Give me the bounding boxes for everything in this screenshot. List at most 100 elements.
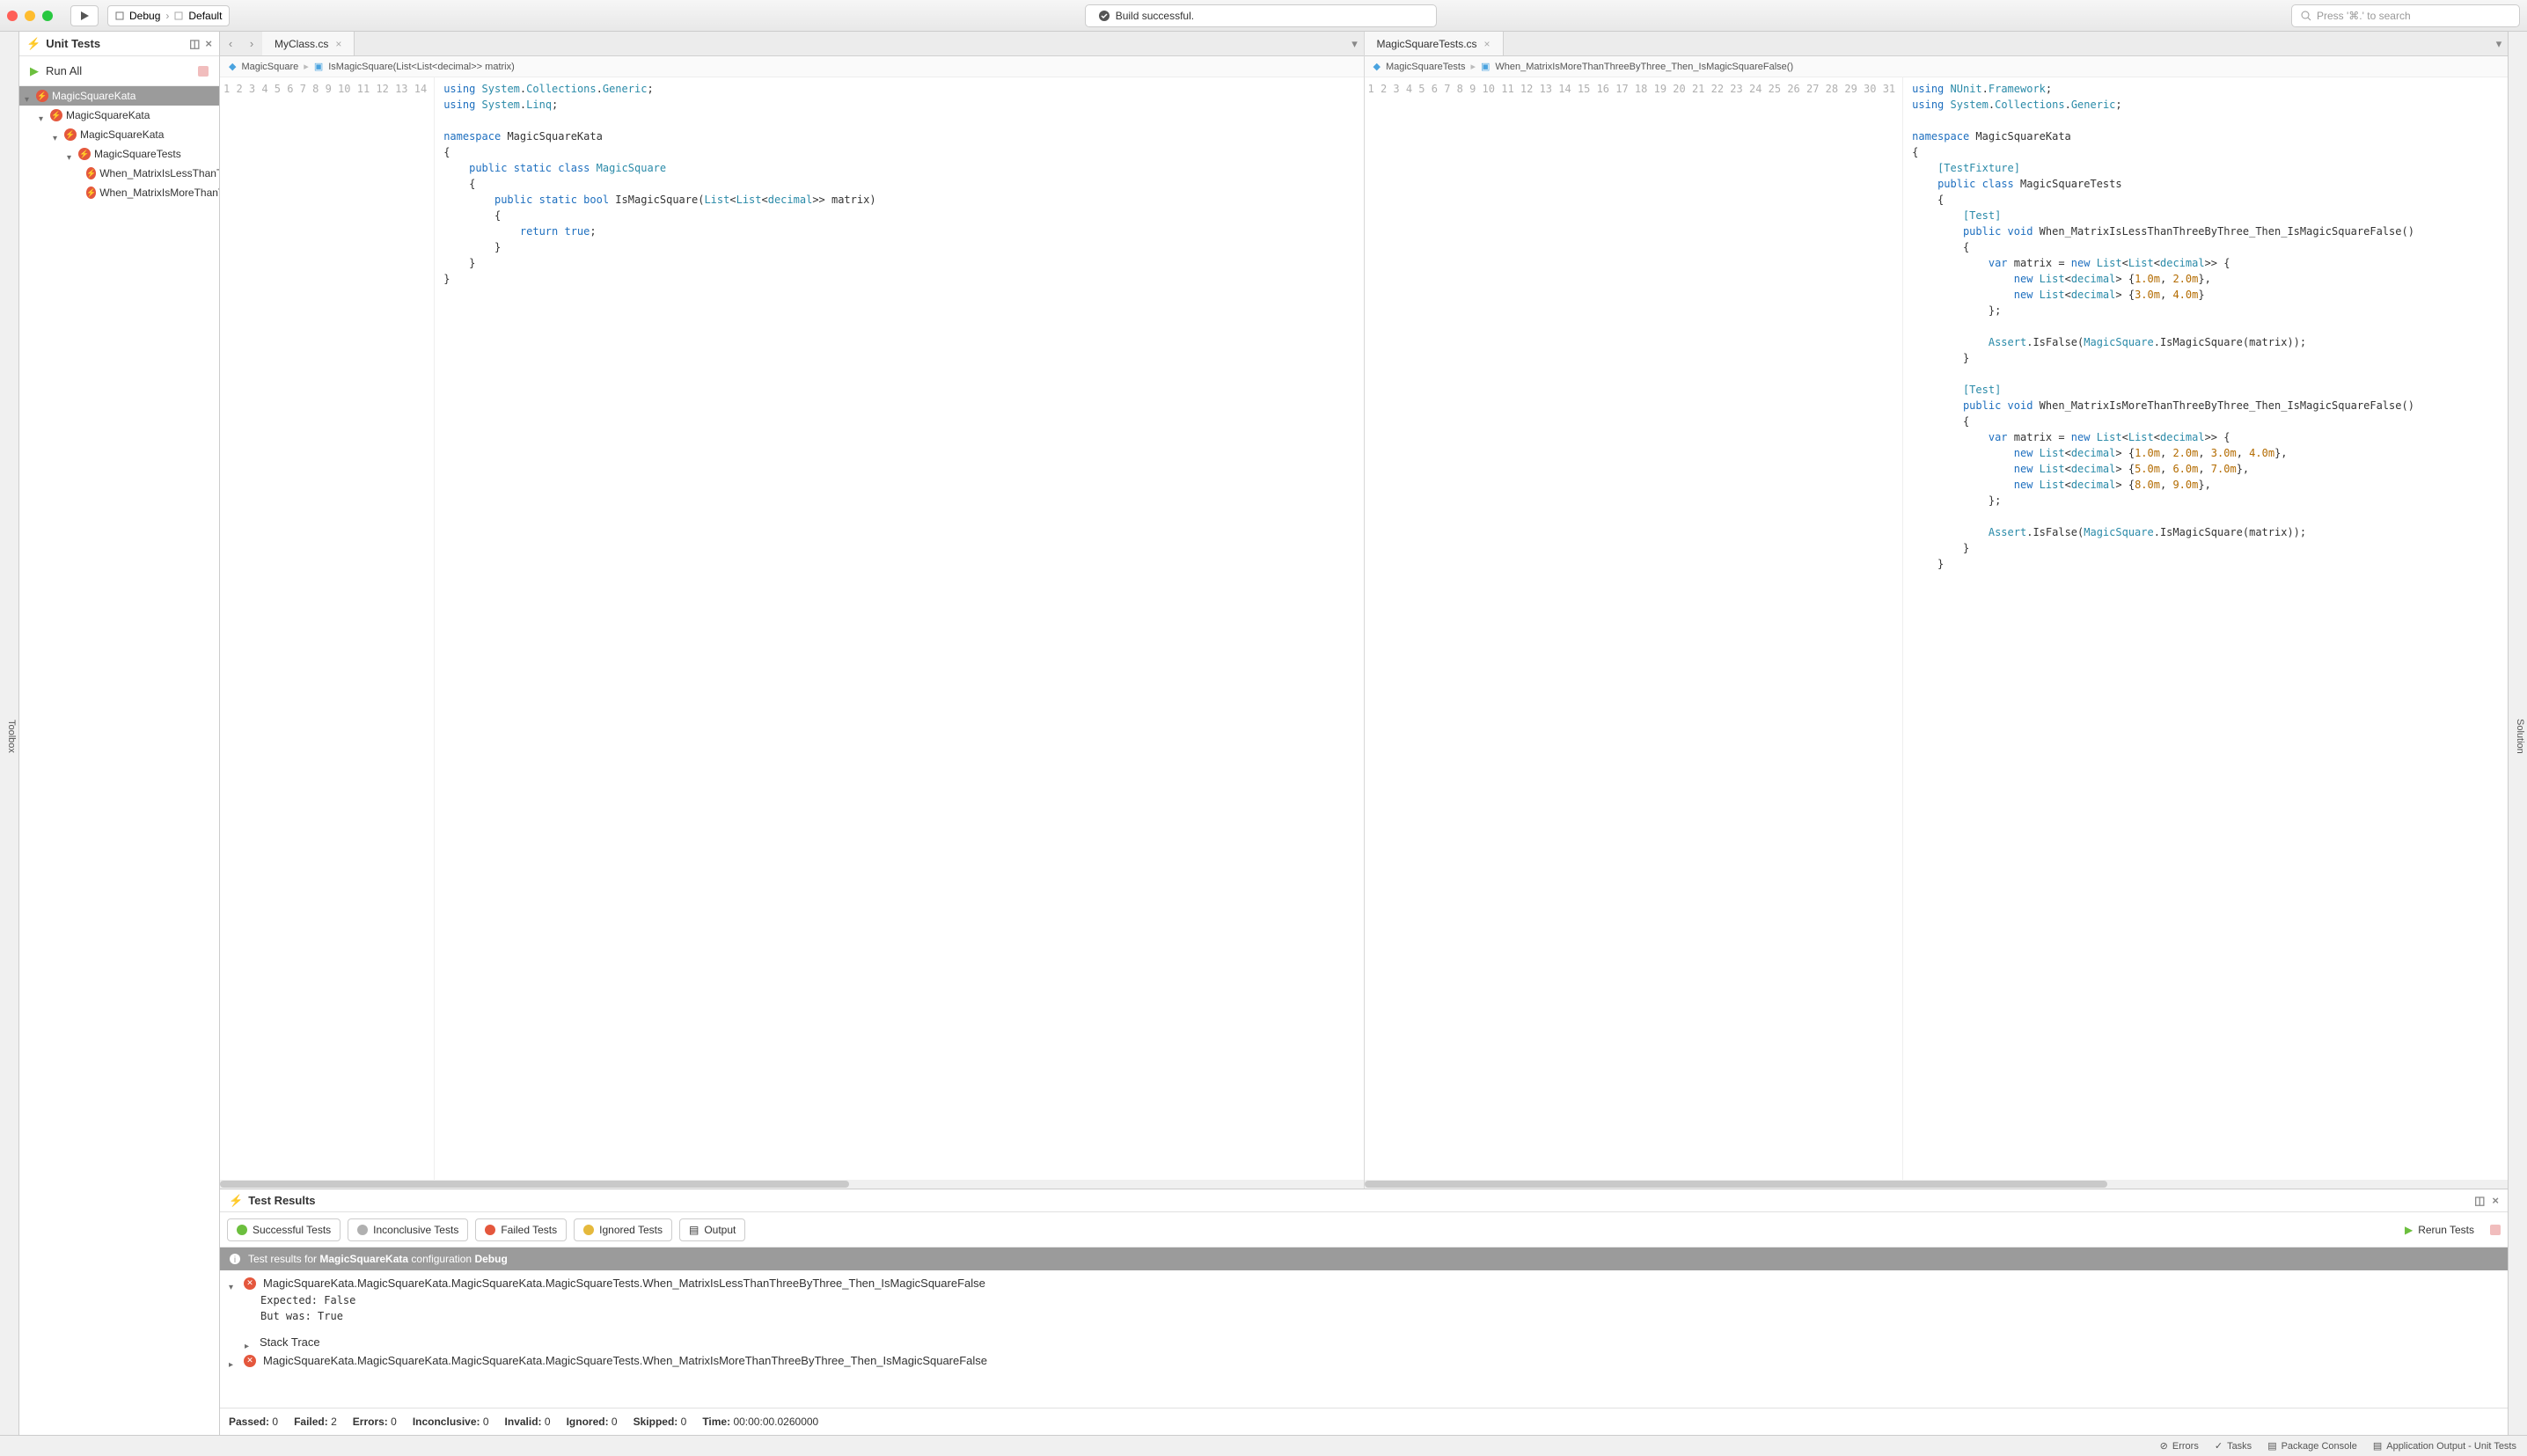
- run-all-label: Run All: [46, 64, 82, 77]
- horizontal-scrollbar[interactable]: [220, 1180, 1364, 1189]
- info-text: Test results for MagicSquareKata configu…: [248, 1253, 508, 1265]
- unit-tests-panel: ⚡ Unit Tests ◫ × ▶ Run All ⚡ MagicSquare…: [19, 32, 220, 1435]
- horizontal-scrollbar[interactable]: [1365, 1180, 2509, 1189]
- results-info-bar: i Test results for MagicSquareKata confi…: [220, 1247, 2508, 1270]
- close-icon[interactable]: ×: [2492, 1194, 2499, 1208]
- solution-tab[interactable]: Solution: [2513, 713, 2527, 759]
- chevron-down-icon[interactable]: [39, 112, 47, 120]
- global-search[interactable]: Press '⌘.' to search: [2291, 4, 2520, 27]
- app-output-pad[interactable]: ▤Application Output - Unit Tests: [2373, 1440, 2516, 1452]
- run-config-selector[interactable]: Debug › Default: [107, 5, 230, 26]
- tree-assembly[interactable]: ⚡ MagicSquareKata: [19, 125, 219, 144]
- stack-trace-row[interactable]: Stack Trace: [220, 1333, 2508, 1351]
- chevron-down-icon[interactable]: [25, 92, 33, 100]
- breadcrumb-item[interactable]: IsMagicSquare(List<List<decimal>> matrix…: [328, 62, 515, 72]
- errors-pad[interactable]: ⊘Errors: [2160, 1440, 2199, 1452]
- tree-label: MagicSquareKata: [66, 109, 150, 121]
- result-row[interactable]: ✕ MagicSquareKata.MagicSquareKata.MagicS…: [220, 1351, 2508, 1370]
- tree-fixture[interactable]: ⚡ MagicSquareTests: [19, 144, 219, 164]
- tab-bar: ‹ › MyClass.cs × ▾: [220, 32, 1364, 56]
- terminal-icon: ▤: [2267, 1440, 2276, 1452]
- status-bar: ⊘Errors ✓Tasks ▤Package Console ▤Applica…: [0, 1435, 2527, 1456]
- nav-back-button[interactable]: ‹: [220, 37, 241, 50]
- stop-icon[interactable]: [2490, 1225, 2501, 1235]
- breadcrumb-item[interactable]: MagicSquareTests: [1386, 62, 1466, 72]
- panel-title: Test Results: [248, 1194, 315, 1207]
- tab-overflow-icon[interactable]: ▾: [1346, 37, 1364, 51]
- close-tab-icon[interactable]: ×: [335, 38, 341, 50]
- nav-forward-button[interactable]: ›: [241, 37, 262, 50]
- target-icon: [115, 11, 124, 20]
- results-list[interactable]: ✕ MagicSquareKata.MagicSquareKata.MagicS…: [220, 1270, 2508, 1408]
- tree-namespace[interactable]: ⚡ MagicSquareKata: [19, 106, 219, 125]
- editor-tab[interactable]: MagicSquareTests.cs ×: [1365, 32, 1504, 55]
- result-detail: But was: True: [220, 1308, 2508, 1324]
- stop-icon[interactable]: [198, 66, 209, 77]
- editor-tab[interactable]: MyClass.cs ×: [262, 32, 355, 55]
- run-all-row[interactable]: ▶ Run All: [19, 56, 219, 86]
- tree-label: MagicSquareKata: [52, 90, 136, 102]
- lightning-icon: ⚡: [229, 1194, 243, 1208]
- rerun-tests-button[interactable]: ▶Rerun Tests: [2396, 1218, 2483, 1241]
- stack-trace-label: Stack Trace: [260, 1335, 320, 1349]
- fail-badge-icon: ⚡: [36, 90, 48, 102]
- yellow-dot-icon: [583, 1225, 594, 1235]
- close-window-icon[interactable]: [7, 11, 18, 21]
- filter-failed[interactable]: Failed Tests: [475, 1218, 567, 1241]
- tree-root[interactable]: ⚡ MagicSquareKata: [19, 86, 219, 106]
- close-tab-icon[interactable]: ×: [1484, 38, 1491, 50]
- method-icon: ▣: [1481, 61, 1490, 72]
- tree-test[interactable]: ⚡ When_MatrixIsLessThanThreeByThree_Then…: [19, 164, 219, 183]
- terminal-icon: ▤: [2373, 1440, 2382, 1452]
- tree-test[interactable]: ⚡ When_MatrixIsMoreThanThreeByThree_Then…: [19, 183, 219, 202]
- build-status: Build successful.: [1085, 4, 1437, 27]
- breadcrumb-item[interactable]: When_MatrixIsMoreThanThreeByThree_Then_I…: [1495, 62, 1793, 72]
- code-editor[interactable]: using System.Collections.Generic; using …: [435, 77, 1363, 1180]
- result-row[interactable]: ✕ MagicSquareKata.MagicSquareKata.MagicS…: [220, 1274, 2508, 1292]
- editor-area: ‹ › MyClass.cs × ▾ ◆ MagicSquare ▸ ▣: [220, 32, 2508, 1435]
- window-controls: [7, 11, 53, 21]
- tab-overflow-icon[interactable]: ▾: [2490, 37, 2508, 51]
- chevron-right-icon[interactable]: [245, 1338, 253, 1346]
- chevron-down-icon[interactable]: [67, 150, 75, 158]
- close-icon[interactable]: ×: [205, 37, 212, 51]
- class-icon: ◆: [1373, 61, 1381, 72]
- dock-icon[interactable]: ◫: [2474, 1194, 2485, 1208]
- device-icon: [174, 11, 183, 20]
- breadcrumb[interactable]: ◆ MagicSquare ▸ ▣ IsMagicSquare(List<Lis…: [220, 56, 1364, 77]
- toolbox-tab[interactable]: Toolbox: [4, 714, 18, 758]
- test-tree[interactable]: ⚡ MagicSquareKata ⚡ MagicSquareKata ⚡ Ma…: [19, 86, 219, 1435]
- filter-inconclusive[interactable]: Inconclusive Tests: [348, 1218, 468, 1241]
- method-icon: ▣: [314, 61, 323, 72]
- line-gutter[interactable]: 1 2 3 4 5 6 7 8 9 10 11 12 13 14 15 16 1…: [1365, 77, 1904, 1180]
- zoom-window-icon[interactable]: [42, 11, 53, 21]
- info-icon: i: [229, 1253, 241, 1265]
- minimize-window-icon[interactable]: [25, 11, 35, 21]
- code-editor[interactable]: using NUnit.Framework; using System.Coll…: [1903, 77, 2508, 1180]
- line-gutter[interactable]: 1 2 3 4 5 6 7 8 9 10 11 12 13 14: [220, 77, 435, 1180]
- test-results-header: ⚡ Test Results ◫ ×: [220, 1189, 2508, 1212]
- tasks-pad[interactable]: ✓Tasks: [2215, 1440, 2252, 1452]
- run-button[interactable]: [70, 5, 99, 26]
- play-icon: [79, 11, 90, 21]
- chevron-right-icon: ▸: [1470, 61, 1476, 72]
- package-console-pad[interactable]: ▤Package Console: [2267, 1440, 2357, 1452]
- filter-ignored[interactable]: Ignored Tests: [574, 1218, 672, 1241]
- play-icon: ▶: [2405, 1224, 2413, 1236]
- check-icon: ✓: [2215, 1440, 2223, 1452]
- filter-successful[interactable]: Successful Tests: [227, 1218, 341, 1241]
- right-rail: Solution: [2508, 32, 2527, 1435]
- tree-label: MagicSquareTests: [94, 148, 181, 160]
- fail-badge-icon: ⚡: [50, 109, 62, 121]
- breadcrumb-item[interactable]: MagicSquare: [241, 62, 298, 72]
- target-label: Default: [188, 10, 222, 22]
- chevron-down-icon[interactable]: [229, 1279, 237, 1287]
- breadcrumb[interactable]: ◆ MagicSquareTests ▸ ▣ When_MatrixIsMore…: [1365, 56, 2509, 77]
- chevron-right-icon[interactable]: [229, 1357, 237, 1365]
- tab-bar: MagicSquareTests.cs × ▾: [1365, 32, 2509, 56]
- chevron-down-icon[interactable]: [53, 131, 61, 139]
- unit-tests-header: ⚡ Unit Tests ◫ ×: [19, 32, 219, 56]
- play-icon: ▶: [30, 64, 39, 78]
- output-button[interactable]: ▤Output: [679, 1218, 745, 1241]
- dock-icon[interactable]: ◫: [189, 37, 200, 51]
